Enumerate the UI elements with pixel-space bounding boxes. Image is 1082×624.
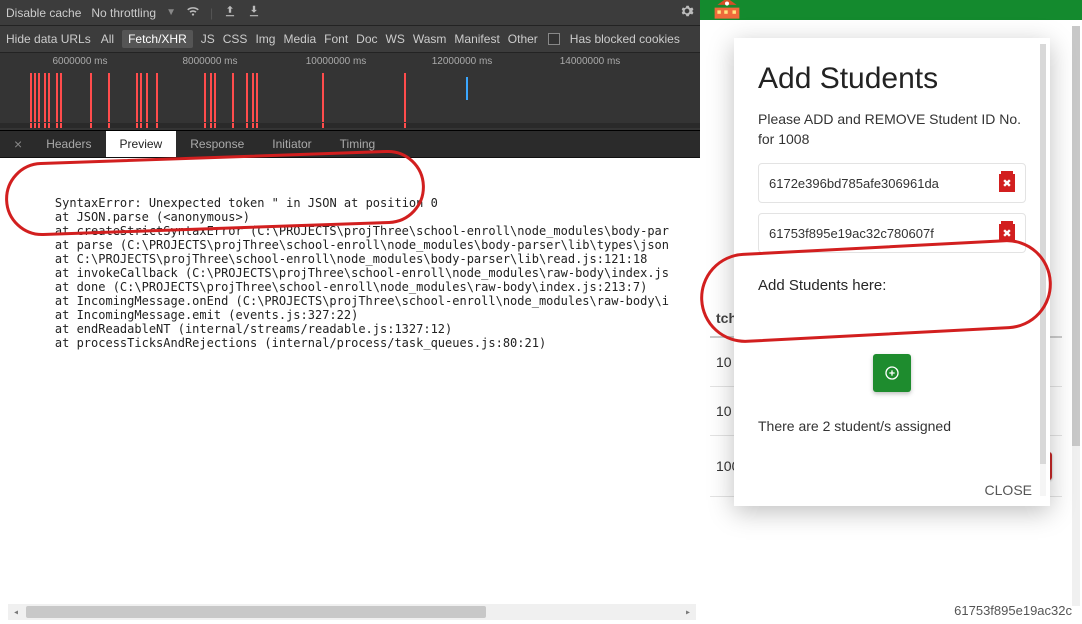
- timeline-tick: 6000000 ms: [52, 56, 107, 67]
- filter-css[interactable]: CSS: [223, 32, 248, 46]
- timeline-request-bar[interactable]: [34, 73, 36, 122]
- filter-wasm[interactable]: Wasm: [413, 32, 447, 46]
- timeline-request-bar[interactable]: [256, 73, 258, 122]
- preview-content: SyntaxError: Unexpected token " in JSON …: [26, 196, 669, 350]
- modal-scroll-thumb[interactable]: [1040, 44, 1046, 464]
- timeline-request-bar[interactable]: [232, 73, 234, 122]
- timeline-tick: 10000000 ms: [306, 56, 367, 67]
- filter-media[interactable]: Media: [283, 32, 316, 46]
- timeline-tick: 14000000 ms: [560, 56, 621, 67]
- download-icon[interactable]: [247, 4, 261, 21]
- filter-ws[interactable]: WS: [386, 32, 405, 46]
- add-student-button[interactable]: [873, 354, 911, 392]
- student-id-chip: 6172e396bd785afe306961da ✖: [758, 163, 1026, 203]
- timeline-request-bar[interactable]: [60, 73, 62, 122]
- blocked-cookies-checkbox[interactable]: [548, 33, 560, 45]
- timeline-request-bar[interactable]: [56, 73, 58, 122]
- close-button[interactable]: CLOSE: [985, 482, 1032, 498]
- timeline-tick: 8000000 ms: [182, 56, 237, 67]
- disable-cache-toggle[interactable]: Disable cache: [6, 6, 81, 20]
- timeline-request-bar[interactable]: [246, 73, 248, 122]
- filter-img[interactable]: Img: [255, 32, 275, 46]
- timeline-request-bar[interactable]: [252, 73, 254, 122]
- timeline-request-bar[interactable]: [44, 73, 46, 122]
- timeline-request-bar[interactable]: [108, 73, 110, 122]
- timeline-request-bar[interactable]: [140, 73, 142, 122]
- timeline-request-bar[interactable]: [90, 73, 92, 122]
- filter-font[interactable]: Font: [324, 32, 348, 46]
- network-toolbar-1: Disable cache No throttling ▼ |: [0, 0, 700, 26]
- remove-student-icon[interactable]: ✖: [999, 174, 1015, 192]
- close-panel-icon[interactable]: ×: [6, 132, 30, 156]
- timeline-request-bar[interactable]: [156, 73, 158, 122]
- add-students-modal: Add Students Please ADD and REMOVE Stude…: [734, 38, 1050, 506]
- scroll-right-icon[interactable]: ▸: [680, 605, 696, 619]
- app-header: [700, 0, 1082, 20]
- request-panel-tabs: × HeadersPreviewResponseInitiatorTiming: [0, 131, 700, 158]
- horizontal-scrollbar[interactable]: ◂ ▸: [8, 604, 696, 620]
- modal-title: Add Students: [758, 62, 1026, 96]
- page-scrollbar[interactable]: [1072, 26, 1080, 606]
- timeline-request-bar[interactable]: [210, 73, 212, 122]
- tab-timing[interactable]: Timing: [326, 131, 390, 157]
- assigned-count-label: There are 2 student/s assigned: [758, 418, 1026, 434]
- filter-js[interactable]: JS: [201, 32, 215, 46]
- timeline-request-bar[interactable]: [404, 73, 406, 122]
- timeline-request-bar[interactable]: [214, 73, 216, 122]
- devtools-panel: Disable cache No throttling ▼ | Hide dat…: [0, 0, 700, 624]
- wifi-icon[interactable]: [186, 4, 200, 21]
- blocked-cookies-label: Has blocked cookies: [570, 32, 680, 46]
- filter-fetchxhr[interactable]: Fetch/XHR: [122, 30, 193, 48]
- student-id-chip: 61753f895e19ac32c780607f ✖: [758, 213, 1026, 253]
- timeline-request-bar[interactable]: [30, 73, 32, 122]
- tab-preview[interactable]: Preview: [106, 131, 177, 157]
- student-id-text: 61753f895e19ac32c780607f: [769, 226, 934, 241]
- student-id-text: 6172e396bd785afe306961da: [769, 176, 939, 191]
- tab-response[interactable]: Response: [176, 131, 258, 157]
- upload-icon[interactable]: [223, 4, 237, 21]
- tab-headers[interactable]: Headers: [32, 131, 105, 157]
- timeline-request-bar[interactable]: [322, 73, 324, 122]
- modal-description: Please ADD and REMOVE Student ID No. for…: [758, 110, 1026, 149]
- timeline-request-bar[interactable]: [48, 73, 50, 122]
- add-students-label: Add Students here:: [758, 277, 1026, 294]
- tab-initiator[interactable]: Initiator: [258, 131, 325, 157]
- network-timeline[interactable]: 6000000 ms 8000000 ms 10000000 ms 12000000 …: [0, 53, 700, 131]
- timeline-tick: 12000000 ms: [432, 56, 493, 67]
- throttling-select[interactable]: No throttling: [91, 6, 156, 20]
- filter-row: All Fetch/XHR JS CSS Img Media Font Doc WS Wasm Ma…: [101, 30, 538, 48]
- timeline-request-bar[interactable]: [146, 73, 148, 122]
- network-toolbar-2: Hide data URLs All Fetch/XHR JS CSS Img Media…: [0, 26, 700, 53]
- timeline-request-bar[interactable]: [204, 73, 206, 122]
- timeline-selected-bar[interactable]: [466, 77, 468, 100]
- modal-scrollbar[interactable]: [1040, 44, 1046, 496]
- throttling-caret-icon: ▼: [166, 7, 176, 18]
- page-scroll-thumb[interactable]: [1072, 26, 1080, 446]
- preview-pane: SyntaxError: Unexpected token " in JSON …: [0, 158, 700, 624]
- remove-student-icon[interactable]: ✖: [999, 224, 1015, 242]
- filter-other[interactable]: Other: [508, 32, 538, 46]
- timeline-request-bar[interactable]: [38, 73, 40, 122]
- school-icon: [708, 0, 746, 20]
- timeline-request-bar[interactable]: [136, 73, 138, 122]
- filter-doc[interactable]: Doc: [356, 32, 377, 46]
- settings-gear-icon[interactable]: [680, 4, 694, 21]
- floating-id: 61753f895e19ac32c: [954, 603, 1072, 618]
- scroll-left-icon[interactable]: ◂: [8, 605, 24, 619]
- hide-data-urls-toggle[interactable]: Hide data URLs: [6, 32, 91, 46]
- scroll-thumb[interactable]: [26, 606, 486, 618]
- filter-manifest[interactable]: Manifest: [454, 32, 499, 46]
- filter-all[interactable]: All: [101, 32, 114, 46]
